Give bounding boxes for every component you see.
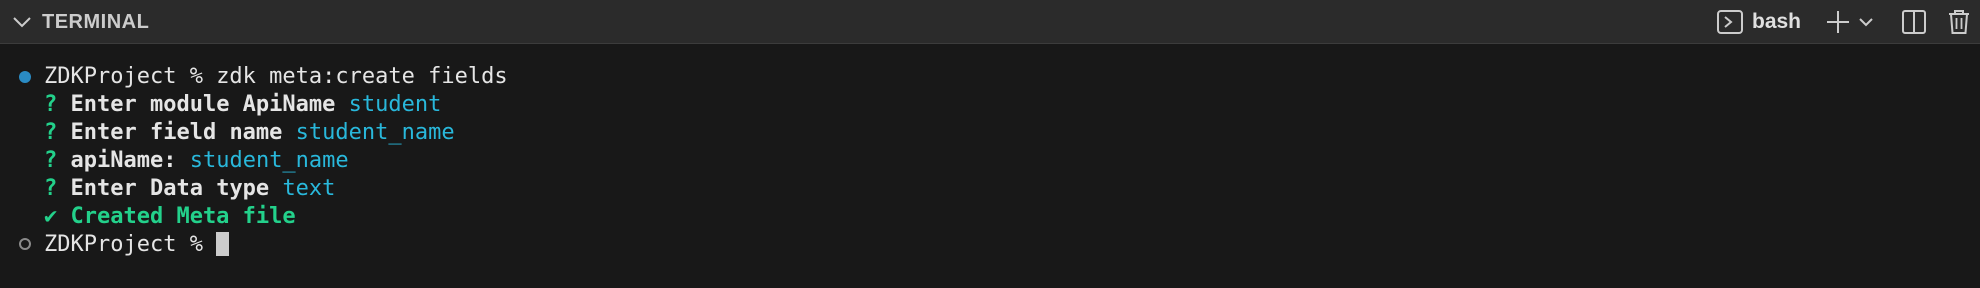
prompt-line: ? apiName: student_name <box>44 147 349 175</box>
terminal-icon <box>1717 10 1743 34</box>
trash-icon <box>1949 10 1969 34</box>
question-marker: ? <box>44 148 71 173</box>
plus-icon <box>1827 11 1849 33</box>
terminal-cursor <box>216 232 230 256</box>
answer-text: student <box>348 92 442 117</box>
question-marker: ? <box>44 176 71 201</box>
terminal-output[interactable]: ZDKProject % zdk meta:create fields ? En… <box>0 44 1980 288</box>
question-marker: ? <box>44 120 71 145</box>
kill-terminal-button[interactable] <box>1944 7 1974 37</box>
terminal-dropdown-button[interactable] <box>1854 7 1878 37</box>
question-marker: ? <box>44 92 71 117</box>
current-prompt-line[interactable]: ZDKProject % <box>44 231 230 259</box>
shell-prompt: ZDKProject % <box>44 64 217 89</box>
success-message: ✔ Created Meta file <box>44 204 296 229</box>
terminal-shell-button[interactable] <box>1714 7 1746 37</box>
answer-text: student_name <box>295 120 455 145</box>
command-line: ZDKProject % zdk meta:create fields <box>44 63 508 91</box>
panel-title: TERMINAL <box>42 11 150 33</box>
chevron-down-icon <box>1859 18 1873 27</box>
question-text: Enter field name <box>70 120 283 145</box>
split-terminal-button[interactable] <box>1898 7 1930 37</box>
split-editor-icon <box>1902 10 1926 34</box>
terminal-header: TERMINAL bash <box>0 0 1980 44</box>
new-terminal-button[interactable] <box>1822 7 1854 37</box>
question-text: Enter module ApiName <box>70 92 336 117</box>
success-line: ✔ Created Meta file <box>44 203 296 231</box>
prompt-line: ? Enter module ApiName student <box>44 91 441 119</box>
question-text: Enter Data type <box>70 176 270 201</box>
shell-prompt: ZDKProject % <box>44 232 217 257</box>
command-text: zdk meta:create fields <box>216 64 508 89</box>
answer-text: student_name <box>189 148 349 173</box>
question-text: apiName: <box>70 148 177 173</box>
prompt-line: ? Enter field name student_name <box>44 119 455 147</box>
shell-name-label[interactable]: bash <box>1752 10 1801 34</box>
terminal-panel: TERMINAL bash ZDKProject % zdk meta:crea… <box>0 0 1980 288</box>
command-status-dot[interactable] <box>19 71 31 83</box>
answer-text: text <box>282 176 336 201</box>
prompt-status-dot[interactable] <box>19 238 31 250</box>
chevron-down-icon[interactable] <box>10 10 34 34</box>
prompt-line: ? Enter Data type text <box>44 175 335 203</box>
